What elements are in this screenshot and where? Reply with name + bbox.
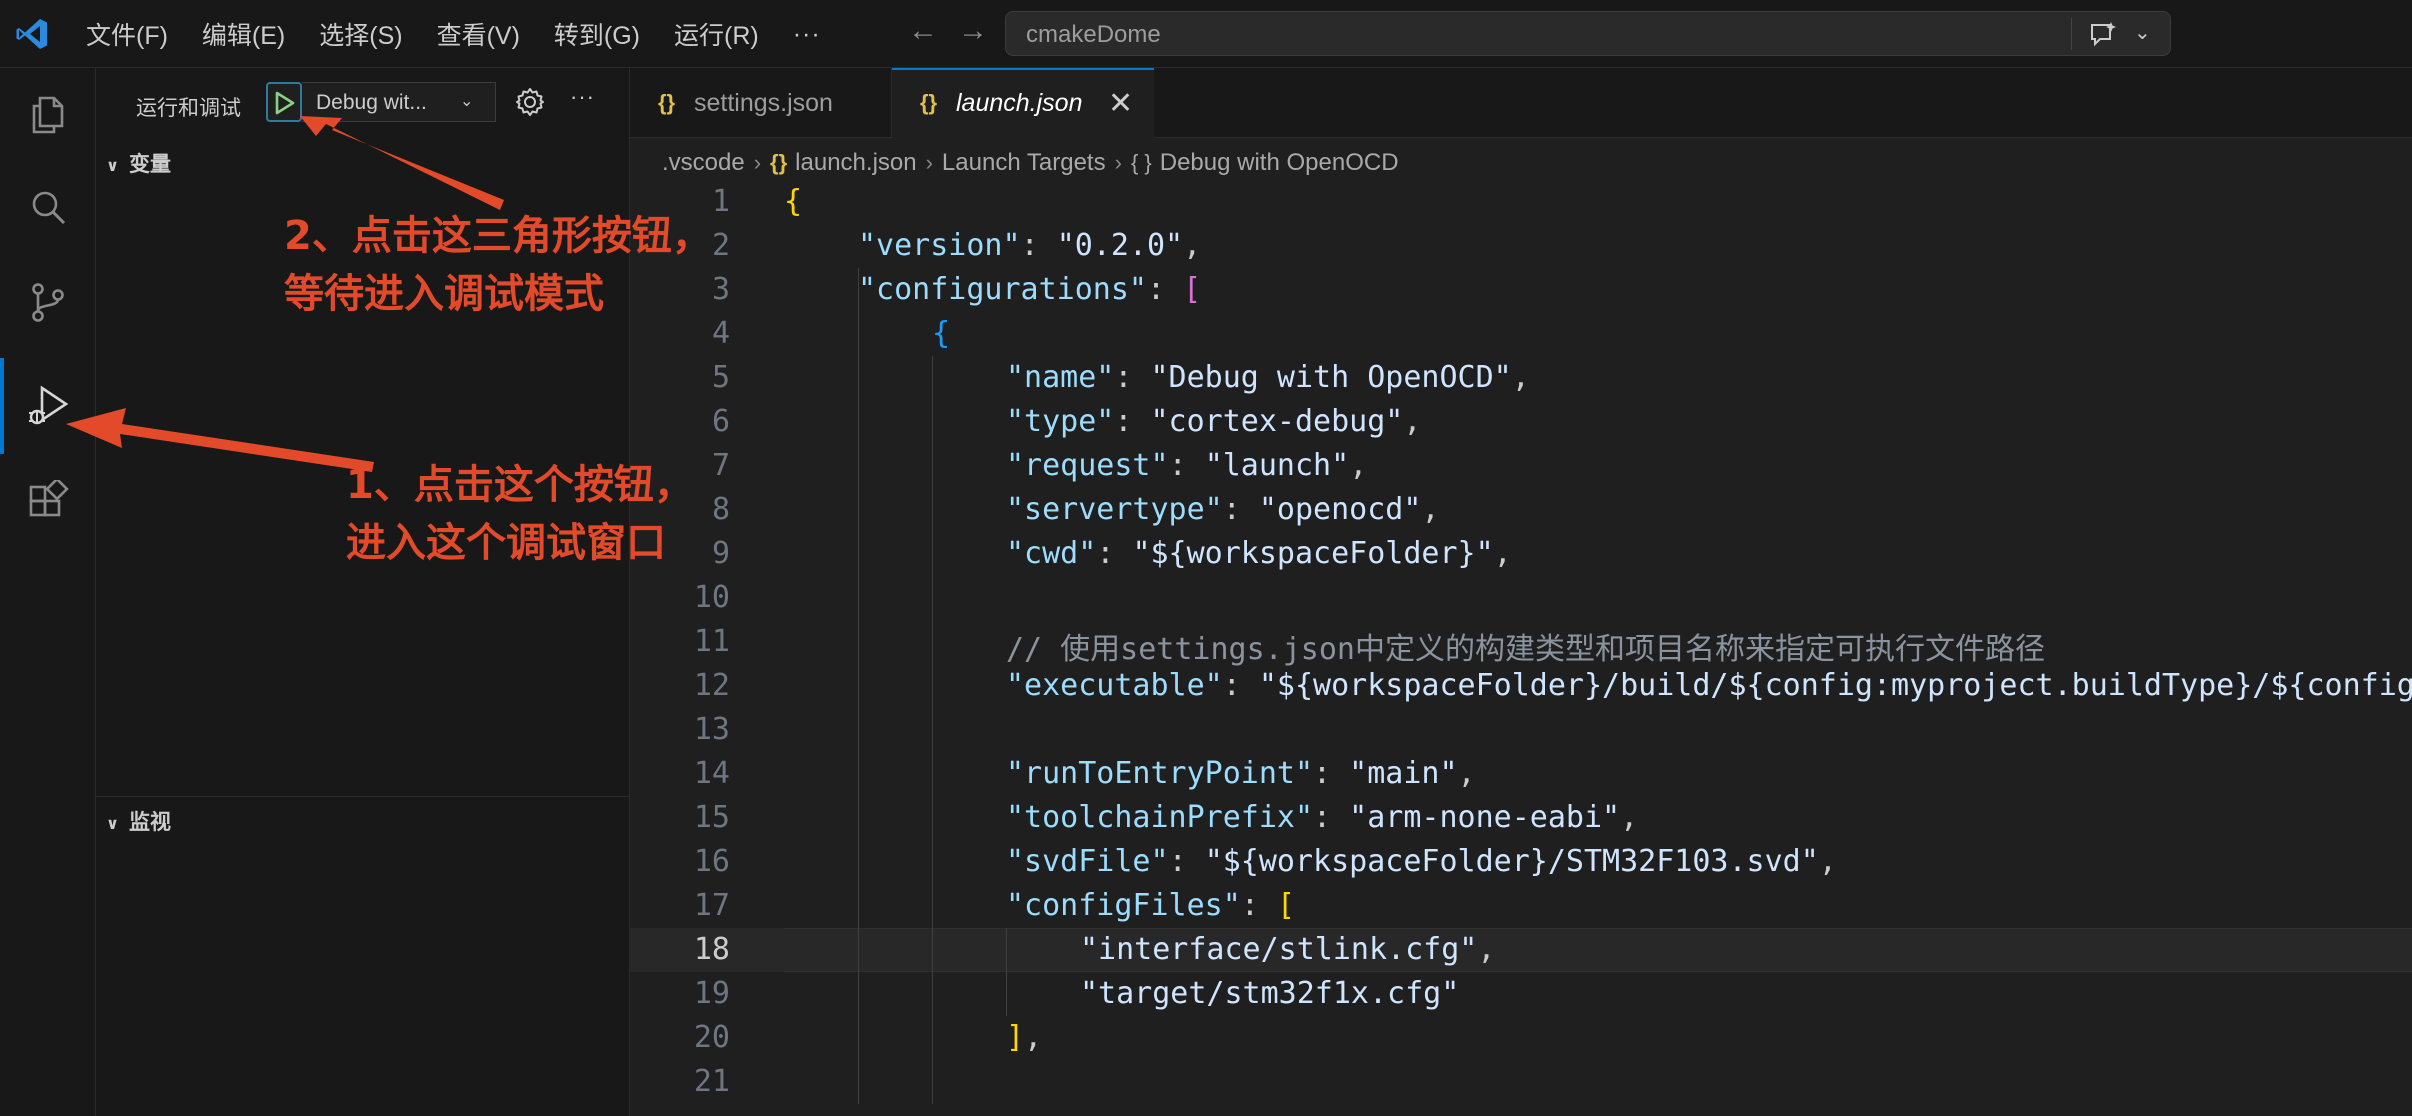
annotation-arrow-to-run-button [300,116,504,210]
annotation-arrow-to-debug-icon [66,408,374,472]
annotation-step-2-line-2: 等待进入调试模式 [284,271,604,317]
annotation-step-1: 1、点击这个按钮， 进入这个调试窗口 [346,456,694,572]
annotation-step-1-line-2: 进入这个调试窗口 [346,520,666,566]
annotation-step-1-line-1: 1、点击这个按钮， [346,462,694,508]
annotation-step-2: 2、点击这三角形按钮， 等待进入调试模式 [284,207,712,323]
annotation-step-2-line-1: 2、点击这三角形按钮， [284,213,712,259]
